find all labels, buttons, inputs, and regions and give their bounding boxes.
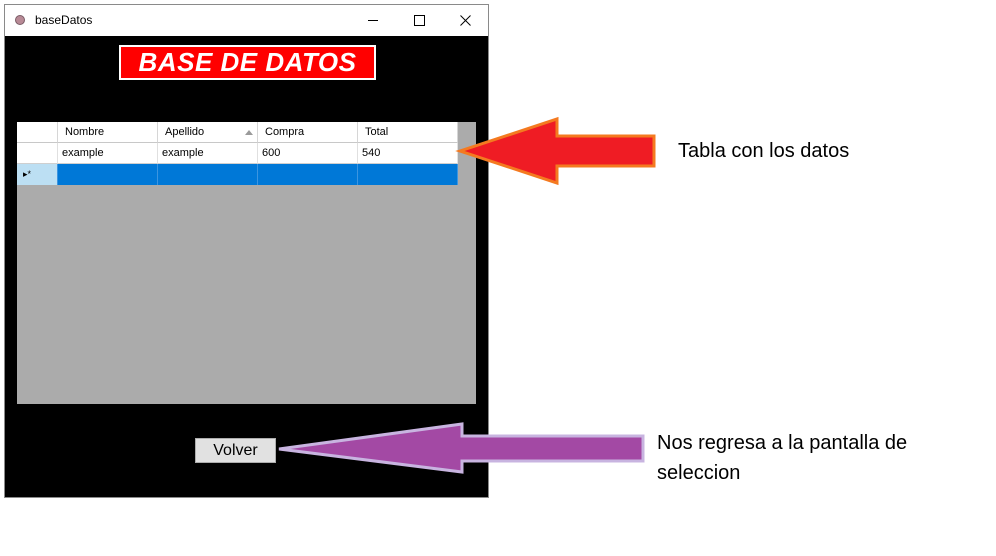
volver-annotation-line2: seleccion xyxy=(657,462,741,484)
purple-arrow-icon xyxy=(278,422,645,474)
table-annotation: Tabla con los datos xyxy=(678,140,850,162)
red-arrow-icon xyxy=(455,116,656,186)
annotation-arrows xyxy=(278,116,656,474)
volver-annotation-line1: Nos regresa a la pantalla de xyxy=(657,432,908,454)
